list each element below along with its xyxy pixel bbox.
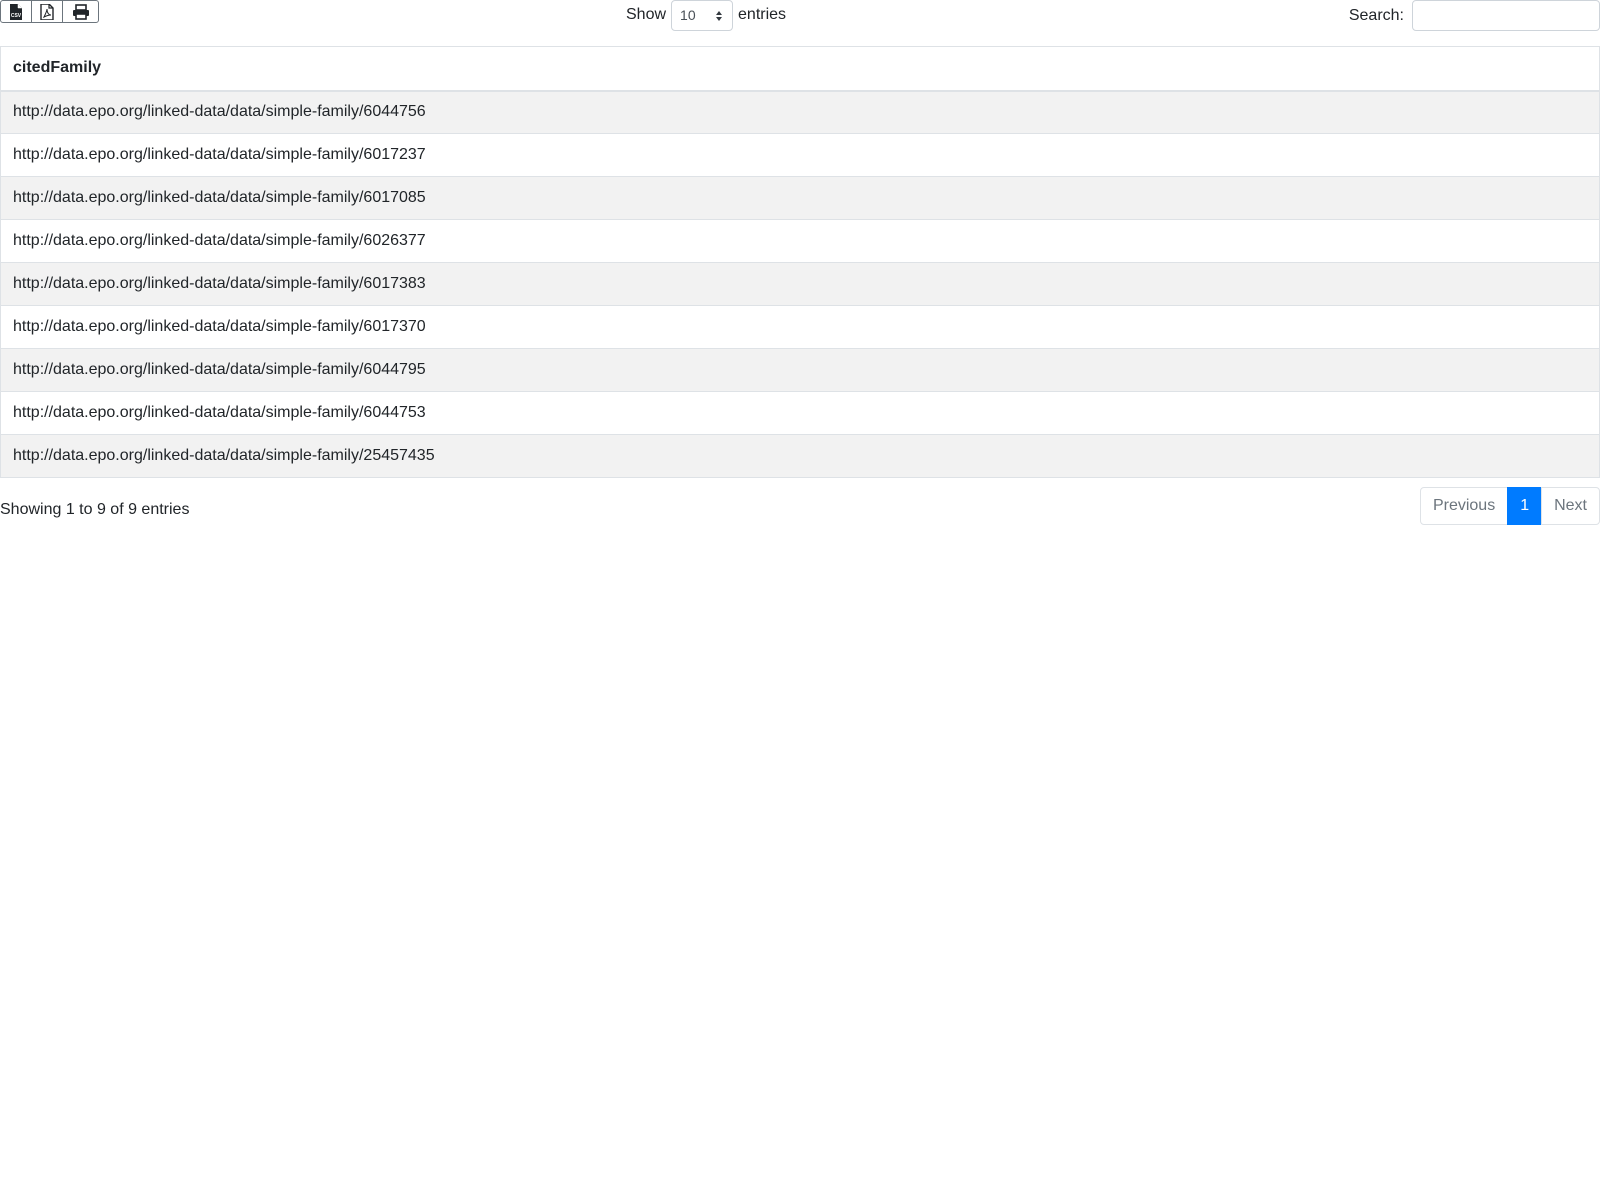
entries-label: entries [738, 6, 787, 23]
pdf-export-button[interactable] [32, 1, 63, 22]
search-control: Search: [1349, 0, 1600, 31]
results-table: citedFamily http://data.epo.org/linked-d… [0, 46, 1600, 478]
search-label: Search: [1348, 6, 1404, 24]
table-cell: http://data.epo.org/linked-data/data/sim… [0, 348, 1600, 392]
table-cell: http://data.epo.org/linked-data/data/sim… [0, 90, 1600, 134]
table-row: http://data.epo.org/linked-data/data/sim… [0, 90, 1600, 134]
table-cell: http://data.epo.org/linked-data/data/sim… [0, 262, 1600, 306]
entries-length-control: Show 10 entries [626, 0, 787, 31]
table-row: http://data.epo.org/linked-data/data/sim… [0, 262, 1600, 306]
table-row: http://data.epo.org/linked-data/data/sim… [0, 219, 1600, 263]
table-row: http://data.epo.org/linked-data/data/sim… [0, 176, 1600, 220]
page-1-button[interactable]: 1 [1507, 487, 1543, 525]
pagination: Previous 1 Next [1419, 487, 1600, 525]
table-cell: http://data.epo.org/linked-data/data/sim… [0, 434, 1600, 478]
next-page-button[interactable]: Next [1541, 487, 1600, 525]
table-cell: http://data.epo.org/linked-data/data/sim… [0, 391, 1600, 435]
table-row: http://data.epo.org/linked-data/data/sim… [0, 133, 1600, 177]
csv-export-button[interactable]: CSV [1, 1, 32, 22]
column-header-citedfamily[interactable]: citedFamily [0, 46, 1600, 92]
table-cell: http://data.epo.org/linked-data/data/sim… [0, 133, 1600, 177]
entries-per-page-select[interactable]: 10 [671, 0, 734, 31]
table-info: Showing 1 to 9 of 9 entries [0, 501, 190, 518]
svg-text:CSV: CSV [11, 13, 22, 19]
export-toolbar: CSV [0, 0, 99, 23]
table-header-row: citedFamily [0, 46, 1600, 92]
table-cell: http://data.epo.org/linked-data/data/sim… [0, 305, 1600, 349]
search-input[interactable] [1412, 0, 1600, 31]
select-arrows-icon [716, 10, 723, 21]
print-button[interactable] [63, 1, 98, 22]
previous-page-button[interactable]: Previous [1419, 487, 1509, 525]
table-row: http://data.epo.org/linked-data/data/sim… [0, 434, 1600, 478]
entries-per-page-value: 10 [680, 7, 696, 23]
table-cell: http://data.epo.org/linked-data/data/sim… [0, 176, 1600, 220]
table-row: http://data.epo.org/linked-data/data/sim… [0, 305, 1600, 349]
show-label: Show [626, 6, 667, 23]
pdf-file-icon [40, 3, 54, 20]
table-row: http://data.epo.org/linked-data/data/sim… [0, 391, 1600, 435]
csv-file-icon: CSV [9, 3, 23, 20]
print-icon [72, 3, 90, 20]
table-cell: http://data.epo.org/linked-data/data/sim… [0, 219, 1600, 263]
table-row: http://data.epo.org/linked-data/data/sim… [0, 348, 1600, 392]
